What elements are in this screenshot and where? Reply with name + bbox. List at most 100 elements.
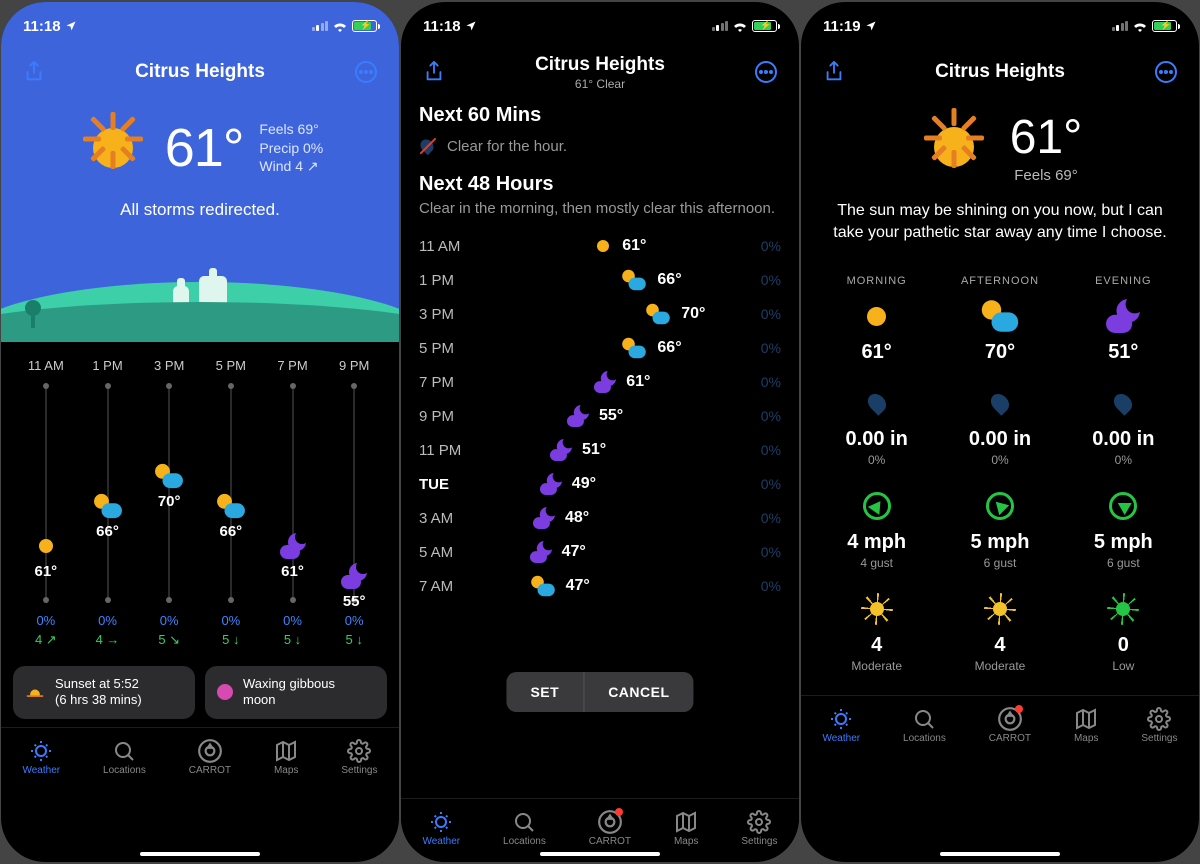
nav-row: Citrus Heights	[801, 50, 1199, 94]
hour-column[interactable]: 66°	[77, 383, 139, 603]
tab-weather[interactable]: Weather	[822, 707, 860, 744]
uv-icon	[993, 602, 1007, 616]
uv-icon	[1116, 602, 1130, 616]
hour-precip: 0%	[323, 613, 385, 628]
set-button[interactable]: SET	[506, 672, 583, 712]
share-button[interactable]	[819, 57, 849, 87]
home-indicator[interactable]	[940, 852, 1060, 856]
tab-settings[interactable]: Settings	[1141, 707, 1177, 744]
sun-icon	[592, 235, 614, 257]
daypart-temp: 70°	[938, 341, 1061, 364]
hour-row[interactable]: 7 PM 61° 0%	[419, 365, 781, 399]
hour-row[interactable]: 3 AM 48° 0%	[419, 501, 781, 535]
moon-phase-card[interactable]: Waxing gibbousmoon	[205, 666, 387, 719]
partly-cloudy-icon	[623, 270, 647, 290]
next-60-summary: Clear for the hour.	[419, 137, 781, 155]
tab-carrot[interactable]: CARROT	[189, 739, 231, 776]
night-cloudy-icon	[341, 563, 367, 589]
daypart-temp: 61°	[815, 341, 938, 364]
next-60-header: Next 60 Mins	[419, 104, 781, 127]
moon-icon	[217, 684, 233, 700]
tab-carrot[interactable]: CARROT	[589, 810, 631, 847]
signal-icon	[1112, 21, 1129, 31]
tab-settings[interactable]: Settings	[341, 739, 377, 776]
hour-column[interactable]: 61°	[15, 383, 77, 603]
hour-row[interactable]: 11 AM 61° 0%	[419, 229, 781, 263]
tab-locations[interactable]: Locations	[903, 707, 946, 744]
hour-column[interactable]: 61°	[262, 383, 324, 603]
sunset-card[interactable]: Sunset at 5:52(6 hrs 38 mins)	[13, 666, 195, 719]
daypart-column[interactable]: MORNING 61° 0.00 in0% 4 mph4 gust 4Moder…	[815, 275, 938, 695]
daypart-precip-amt: 0.00 in	[815, 428, 938, 451]
precip-icon	[864, 390, 889, 415]
row-time: 9 PM	[419, 408, 497, 425]
daypart-column[interactable]: EVENING 51° 0.00 in0% 5 mph6 gust 0Low	[1062, 275, 1185, 695]
hour-row[interactable]: 5 PM 66° 0%	[419, 331, 781, 365]
tab-maps[interactable]: Maps	[274, 739, 298, 776]
hour-row[interactable]: 1 PM 66° 0%	[419, 263, 781, 297]
hour-temp: 66°	[96, 523, 119, 540]
hour-row[interactable]: 5 AM 47° 0%	[419, 535, 781, 569]
hour-row[interactable]: TUE 49° 0%	[419, 467, 781, 501]
hour-column[interactable]: 70°	[138, 383, 200, 603]
hour-row[interactable]: 7 AM 47° 0%	[419, 569, 781, 603]
status-time: 11:18	[23, 18, 61, 35]
screen-1: 11:18 ⚡ Citrus Heights	[1, 2, 399, 862]
nav-row: Citrus Heights 61° Clear	[401, 50, 799, 94]
tab-maps[interactable]: Maps	[1074, 707, 1098, 744]
home-indicator[interactable]	[140, 852, 260, 856]
hourly-forecast[interactable]: 11 AM1 PM3 PM5 PM7 PM9 PM 61° 66° 70° 66…	[1, 342, 399, 662]
precip-icon	[987, 390, 1012, 415]
partly-cloudy-icon	[155, 464, 183, 488]
carrot-tagline: All storms redirected.	[1, 200, 399, 220]
hour-column[interactable]: 66°	[200, 383, 262, 603]
row-time: 5 PM	[419, 340, 497, 357]
row-temp: 66°	[657, 271, 681, 289]
hour-row[interactable]: 9 PM 55° 0%	[419, 399, 781, 433]
row-precip: 0%	[743, 510, 781, 526]
partly-cloudy-icon	[531, 576, 555, 596]
sun-icon	[77, 112, 149, 184]
hour-label: 1 PM	[77, 358, 139, 373]
daypart-uv-val: 4	[938, 634, 1061, 657]
next-48-header: Next 48 Hours	[419, 173, 781, 196]
status-bar: 11:18 ⚡	[1, 2, 399, 42]
cancel-button[interactable]: CANCEL	[584, 672, 693, 712]
tab-locations[interactable]: Locations	[103, 739, 146, 776]
tab-carrot[interactable]: CARROT	[989, 707, 1031, 744]
daypart-wind-gust: 6 gust	[1062, 556, 1185, 570]
row-precip: 0%	[743, 476, 781, 492]
hour-precip: 0%	[200, 613, 262, 628]
daypart-uv-val: 0	[1062, 634, 1185, 657]
hour-row[interactable]: 3 PM 70° 0%	[419, 297, 781, 331]
tab-weather[interactable]: Weather	[422, 810, 460, 847]
night-cloudy-icon	[567, 405, 589, 427]
tab-bar: Weather Locations CARROT Maps Settings	[801, 695, 1199, 759]
wifi-icon	[732, 20, 748, 32]
row-temp: 55°	[599, 407, 623, 425]
daypart-label: AFTERNOON	[938, 275, 1061, 287]
more-button[interactable]	[351, 57, 381, 87]
nav-row: Citrus Heights	[1, 50, 399, 94]
row-temp: 66°	[657, 339, 681, 357]
more-button[interactable]	[1151, 57, 1181, 87]
daypart-column[interactable]: AFTERNOON 70° 0.00 in0% 5 mph6 gust 4Mod…	[938, 275, 1061, 695]
home-indicator[interactable]	[540, 852, 660, 856]
partly-cloudy-icon	[982, 300, 1018, 332]
row-temp: 51°	[582, 441, 606, 459]
tab-locations[interactable]: Locations	[503, 810, 546, 847]
share-button[interactable]	[19, 57, 49, 87]
daypart-grid[interactable]: MORNING 61° 0.00 in0% 4 mph4 gust 4Moder…	[801, 259, 1199, 695]
share-button[interactable]	[419, 57, 449, 87]
hourly-48-list[interactable]: 11 AM 61° 0%1 PM 66° 0%3 PM 70° 0%5 PM 6…	[419, 229, 781, 603]
hour-label: 11 AM	[15, 358, 77, 373]
no-precip-icon	[419, 137, 437, 155]
tab-settings[interactable]: Settings	[741, 810, 777, 847]
hour-row[interactable]: 11 PM 51° 0%	[419, 433, 781, 467]
tab-maps[interactable]: Maps	[674, 810, 698, 847]
more-button[interactable]	[751, 57, 781, 87]
hour-temp: 61°	[34, 563, 57, 580]
hour-column[interactable]: 55°	[323, 383, 385, 603]
wind-icon	[1109, 492, 1137, 520]
tab-weather[interactable]: Weather	[22, 739, 60, 776]
